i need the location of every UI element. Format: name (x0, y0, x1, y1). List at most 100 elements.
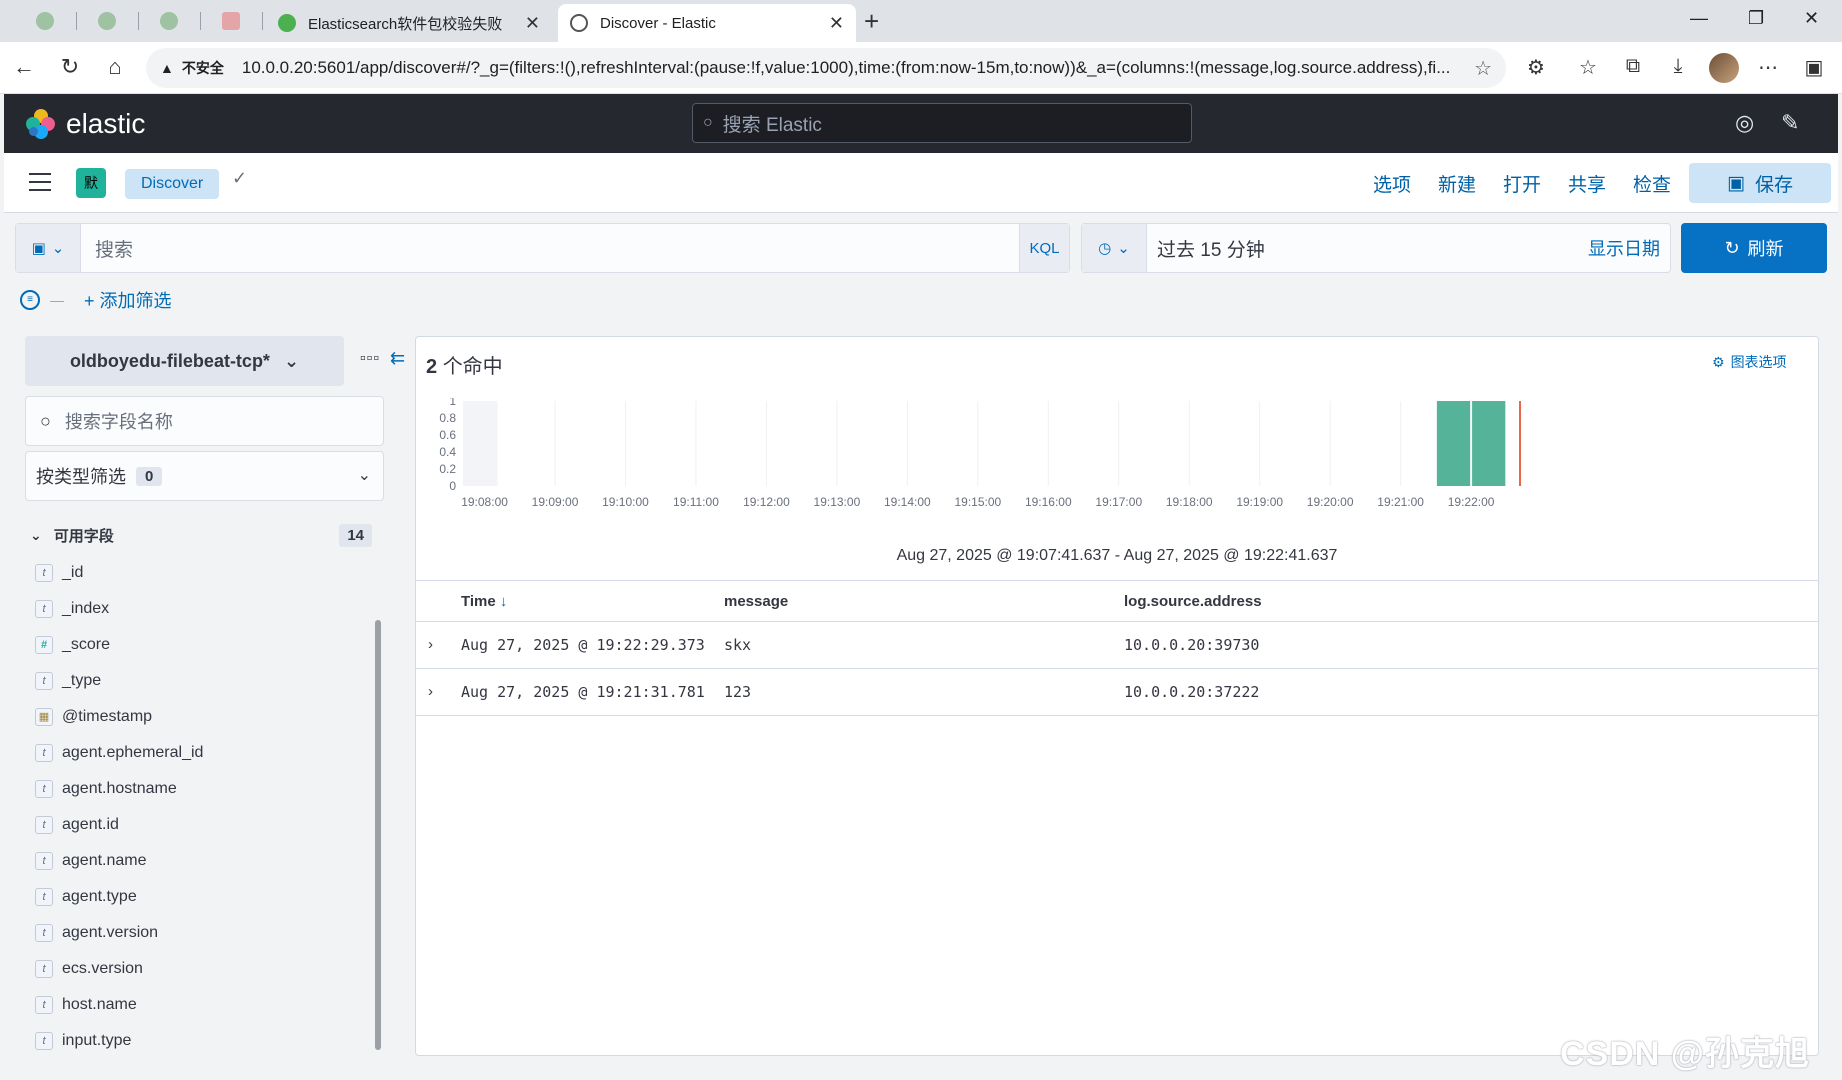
restore-icon[interactable]: ❐ (1748, 8, 1764, 29)
filter-icon[interactable]: ≡ (20, 290, 40, 310)
chevron-down-icon: ⌄ (283, 350, 300, 371)
x-tick-label: 19:18:00 (1166, 495, 1213, 509)
field-item[interactable]: # _score (35, 627, 365, 663)
saved-query-button[interactable]: ▣ ⌄ (16, 224, 81, 272)
global-search-input[interactable]: ○ 搜索 Elastic (692, 103, 1192, 143)
new-link[interactable]: 新建 (1438, 170, 1476, 197)
filter-separator: — (50, 292, 64, 308)
pinned-tab-4[interactable] (204, 7, 258, 35)
newsfeed-icon[interactable]: ✎ (1781, 110, 1799, 136)
pinned-tab-3[interactable] (142, 7, 196, 35)
string-type-icon: t (35, 996, 53, 1014)
reload-icon[interactable]: ↻ (56, 54, 84, 80)
favorites-icon[interactable]: ☆ (1575, 55, 1601, 80)
tab-title: Elasticsearch软件包校验失败 (308, 15, 503, 33)
new-tab-icon[interactable]: + (864, 6, 879, 37)
refresh-button[interactable]: ↻ 刷新 (1681, 223, 1827, 273)
x-tick-label: 19:10:00 (602, 495, 649, 509)
time-range-text[interactable]: 过去 15 分钟 (1147, 235, 1588, 262)
quick-time-button[interactable]: ◷ ⌄ (1082, 224, 1147, 272)
index-pattern-selector[interactable]: oldboyedu-filebeat-tcp* ⌄ (25, 336, 344, 386)
table-row[interactable]: › Aug 27, 2025 @ 19:22:29.373 skx 10.0.0… (416, 622, 1818, 669)
available-fields-label: 可用字段 (53, 528, 114, 545)
field-item[interactable]: t agent.name (35, 843, 365, 879)
cell-time: Aug 27, 2025 @ 19:22:29.373 (461, 636, 705, 654)
profile-avatar[interactable] (1709, 53, 1739, 83)
column-header-time[interactable]: Time ↓ (461, 593, 507, 610)
field-item[interactable]: t host.name (35, 987, 365, 1023)
field-item[interactable]: t agent.id (35, 807, 365, 843)
back-icon[interactable]: ← (10, 54, 38, 80)
field-item[interactable]: t _type (35, 663, 365, 699)
collections-icon[interactable]: ⧉ (1620, 55, 1646, 78)
menu-icon[interactable] (29, 173, 51, 191)
close-tab-icon[interactable]: ✕ (525, 13, 540, 34)
column-header-message[interactable]: message (724, 593, 788, 610)
home-icon[interactable]: ⌂ (101, 54, 129, 80)
download-icon[interactable]: ⤓ (1665, 55, 1691, 78)
partial-bucket-shade (463, 401, 498, 486)
field-search-input[interactable]: ○ 搜索字段名称 (25, 396, 384, 446)
cell-source-address: 10.0.0.20:39730 (1124, 636, 1260, 654)
close-tab-icon[interactable]: ✕ (829, 13, 844, 34)
search-icon: ○ (40, 410, 51, 431)
sidebar-toggle-icon[interactable]: ▣ (1801, 55, 1827, 80)
more-options-icon[interactable]: ▫▫▫ (360, 350, 380, 368)
add-filter-link[interactable]: + 添加筛选 (84, 287, 172, 313)
space-avatar[interactable]: 默 (76, 168, 106, 198)
inspect-link[interactable]: 检查 (1633, 170, 1671, 197)
minimize-icon[interactable]: — (1690, 8, 1708, 29)
index-pattern-name: oldboyedu-filebeat-tcp* (69, 350, 270, 371)
field-item[interactable]: t agent.type (35, 879, 365, 915)
field-item[interactable]: t ecs.version (35, 951, 365, 987)
save-icon: ▣ (1727, 172, 1745, 194)
kql-toggle[interactable]: KQL (1019, 224, 1069, 272)
sort-down-icon[interactable]: ↓ (500, 593, 508, 610)
chevron-right-icon[interactable]: › (428, 683, 433, 700)
breadcrumb-discover[interactable]: Discover (125, 169, 220, 199)
options-link[interactable]: 选项 (1373, 170, 1411, 197)
favorite-star-icon[interactable]: ☆ (1474, 56, 1492, 81)
save-button[interactable]: ▣ 保存 (1689, 163, 1831, 203)
chevron-right-icon[interactable]: › (428, 636, 433, 653)
browser-tab-discover[interactable]: Discover - Elastic ✕ (558, 4, 856, 42)
more-icon[interactable]: ⋯ (1755, 55, 1781, 80)
chart-options-link[interactable]: ⚙ 图表选项 (1712, 352, 1787, 372)
collapse-sidebar-icon[interactable]: ⇇ (390, 348, 405, 369)
elastic-logo[interactable]: elastic (26, 108, 145, 140)
field-item[interactable]: ▦ @timestamp (35, 699, 365, 735)
field-item[interactable]: t _index (35, 591, 365, 627)
field-item[interactable]: t agent.ephemeral_id (35, 735, 365, 771)
share-link[interactable]: 共享 (1568, 170, 1606, 197)
open-link[interactable]: 打开 (1503, 170, 1541, 197)
field-item[interactable]: t agent.version (35, 915, 365, 951)
help-icon[interactable]: ◎ (1735, 110, 1754, 136)
address-bar[interactable]: ▲ 不安全 10.0.0.20:5601/app/discover#/?_g=(… (146, 48, 1506, 88)
y-tick-label: 0.8 (439, 411, 456, 425)
x-tick-label: 19:08:00 (461, 495, 508, 509)
browser-tab-elasticsearch-error[interactable]: Elasticsearch软件包校验失败 ✕ (266, 4, 552, 42)
elastic-logo-icon (26, 109, 56, 139)
logo-text: elastic (66, 108, 146, 139)
cell-source-address: 10.0.0.20:37222 (1124, 683, 1260, 701)
y-tick-label: 0.2 (439, 462, 456, 476)
available-fields-header[interactable]: ⌄ 可用字段 14 (30, 524, 372, 547)
field-item[interactable]: t _id (35, 555, 365, 591)
table-row[interactable]: › Aug 27, 2025 @ 19:21:31.781 123 10.0.0… (416, 669, 1818, 716)
column-header-source-address[interactable]: log.source.address (1124, 593, 1262, 610)
field-item[interactable]: t agent.hostname (35, 771, 365, 807)
pinned-tab-1[interactable] (18, 7, 72, 35)
table-header: Time ↓ message log.source.address (416, 580, 1818, 622)
pinned-tab-2[interactable] (80, 7, 134, 35)
x-tick-label: 19:21:00 (1377, 495, 1424, 509)
field-name: host.name (62, 996, 137, 1013)
show-dates-link[interactable]: 显示日期 (1588, 235, 1670, 261)
extensions-icon[interactable]: ⚙ (1523, 55, 1549, 80)
close-window-icon[interactable]: ✕ (1804, 8, 1819, 29)
field-item[interactable]: t input.type (35, 1023, 365, 1059)
type-filter-button[interactable]: 按类型筛选 0 ⌄ (25, 451, 384, 501)
string-type-icon: t (35, 744, 53, 762)
query-bar: ▣ ⌄ 搜索 KQL (15, 223, 1070, 273)
sidebar-scroll-thumb[interactable] (375, 620, 381, 1050)
query-input[interactable]: 搜索 (81, 235, 1019, 262)
